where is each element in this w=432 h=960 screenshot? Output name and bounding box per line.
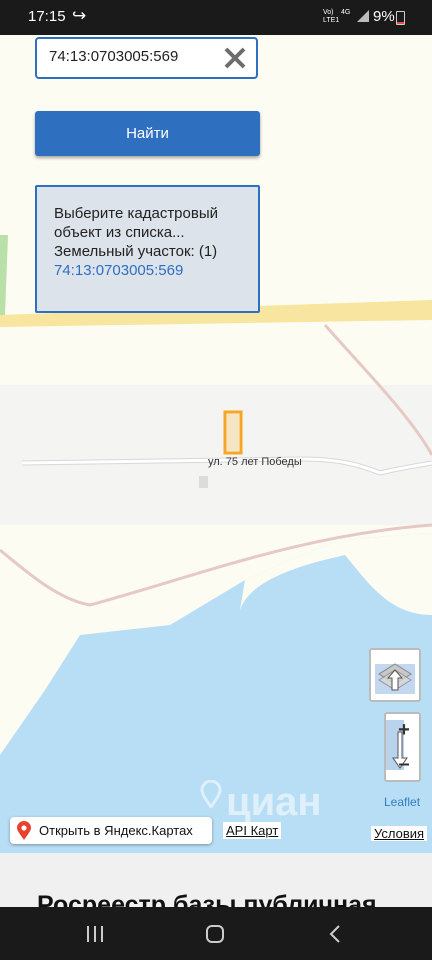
layers-control[interactable] <box>369 648 421 702</box>
home-icon[interactable] <box>203 923 227 945</box>
status-bar: 17:15 ↪ Vo) LTE1 4G 9% <box>0 0 432 35</box>
map-pin-icon <box>17 821 31 840</box>
open-yandex-maps-button[interactable]: Открыть в Яндекс.Картах <box>10 817 212 844</box>
zoom-in-button[interactable]: + <box>398 719 410 741</box>
page-content-below-map: Росреестр базы публичная <box>0 853 432 907</box>
terms-link[interactable]: Условия <box>371 826 428 841</box>
cian-watermark-pin-icon <box>200 780 222 808</box>
system-nav-bar <box>0 907 432 960</box>
street-label: ул. 75 лет Победы <box>208 456 302 468</box>
network-type: 4G <box>341 9 351 16</box>
search-result-panel: Выберите кадастровый объект из списка...… <box>35 185 260 313</box>
map[interactable] <box>0 35 432 853</box>
zoom-out-button[interactable]: – <box>398 753 409 775</box>
battery-icon <box>396 11 405 25</box>
result-prompt-line1: Выберите кадастровый <box>54 205 218 222</box>
cadastral-search-box <box>35 37 258 79</box>
cadastral-search-input[interactable] <box>47 47 211 66</box>
open-yandex-label: Открыть в Яндекс.Картах <box>39 823 193 838</box>
status-time: 17:15 <box>28 8 66 25</box>
zoom-control: + – <box>374 712 421 782</box>
layers-icon <box>375 663 415 694</box>
battery-percent: 9% <box>373 8 395 25</box>
result-cadastral-link[interactable]: 74:13:0703005:569 <box>54 261 258 280</box>
cian-watermark: циан <box>226 780 322 824</box>
map-tiles <box>0 235 432 853</box>
leaflet-attribution[interactable]: Leaflet <box>384 795 420 809</box>
page-heading: Росреестр базы публичная <box>37 891 377 907</box>
result-category: Земельный участок: (1) <box>54 243 218 260</box>
recent-apps-icon[interactable] <box>83 923 107 945</box>
result-prompt-line2: объект из списка... <box>54 224 185 241</box>
zoom-buttons: + – <box>374 719 410 775</box>
back-icon[interactable] <box>324 923 348 945</box>
signal-icon <box>357 10 369 22</box>
volte-indicator: Vo) LTE1 <box>323 9 340 24</box>
clear-search-icon[interactable] <box>222 45 248 71</box>
api-maps-link[interactable]: API Карт <box>223 822 282 839</box>
find-button[interactable]: Найти <box>35 111 260 156</box>
return-arrow-icon: ↪ <box>72 6 87 25</box>
